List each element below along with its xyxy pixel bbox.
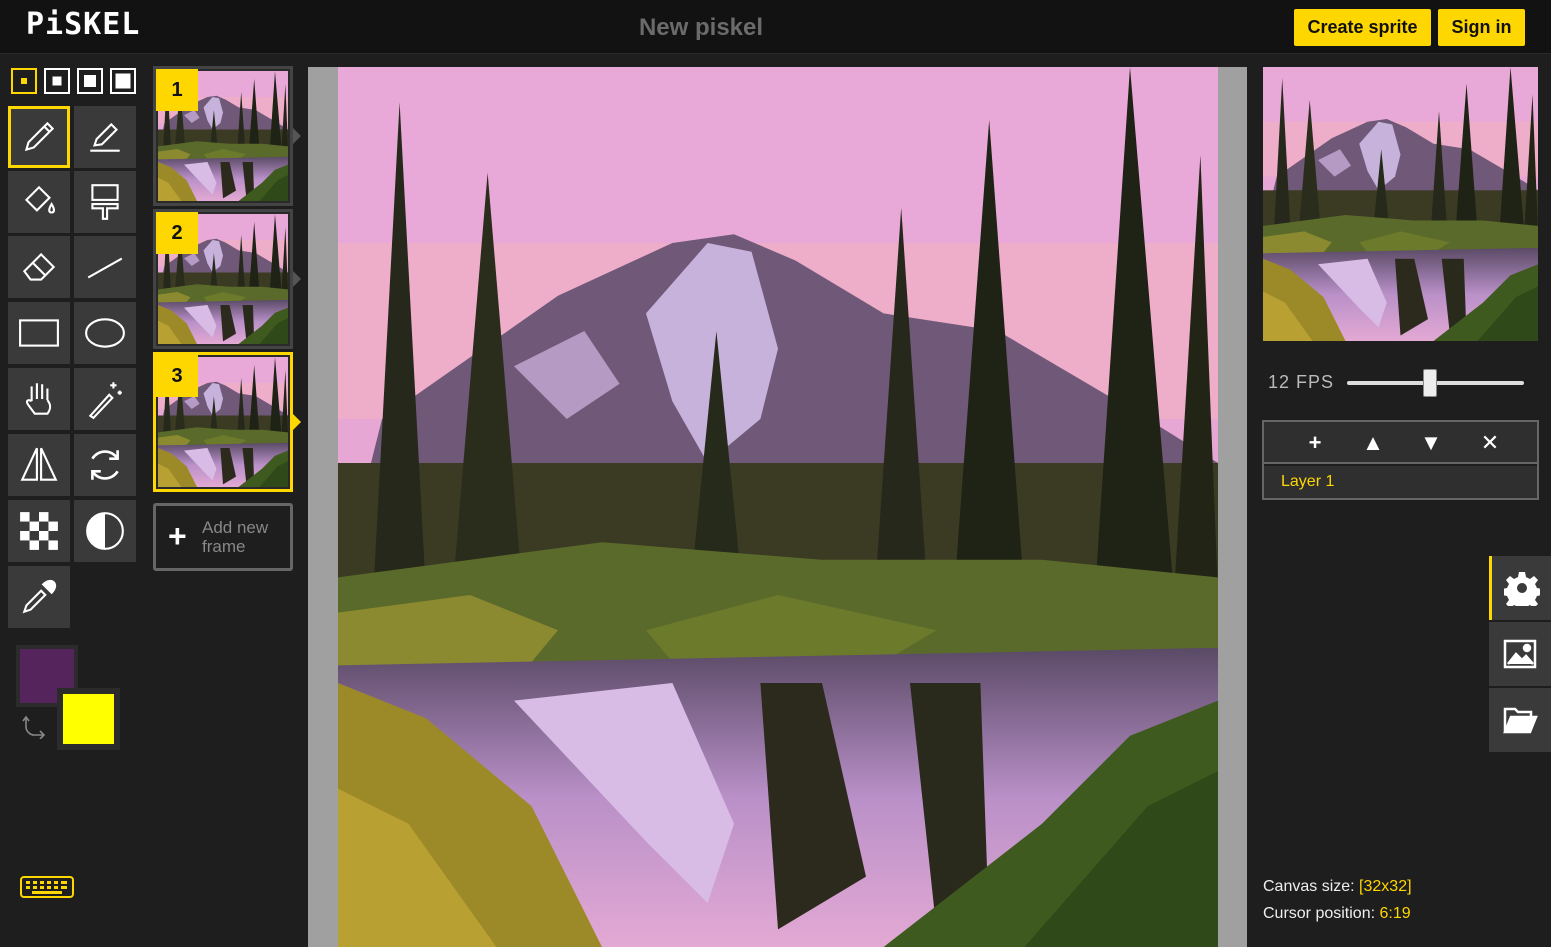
cursor-position-line: Cursor position: 6:19: [1263, 900, 1412, 927]
dithering-tool[interactable]: [74, 500, 136, 562]
add-layer-icon[interactable]: +: [1300, 428, 1330, 458]
fps-slider-handle[interactable]: [1423, 369, 1438, 397]
rectangle-selection-tool[interactable]: [8, 434, 70, 496]
cursor-position-label: Cursor position:: [1263, 905, 1376, 922]
create-sprite-button[interactable]: Create sprite: [1294, 9, 1431, 46]
layer-item[interactable]: Layer 1: [1264, 466, 1537, 498]
rectangle-tool[interactable]: [8, 302, 70, 364]
move-layer-up-icon[interactable]: ▲: [1358, 428, 1388, 458]
canvas-size-label: Canvas size:: [1263, 878, 1355, 895]
eyedropper-icon: [22, 579, 57, 614]
pencil-icon: [24, 121, 55, 152]
pen-size-2[interactable]: [44, 68, 70, 94]
rotate-icon: [91, 450, 119, 480]
vertical-mirror-pen-tool[interactable]: [74, 106, 136, 168]
move-layer-down-icon[interactable]: ▼: [1416, 428, 1446, 458]
ellipse-icon: [85, 318, 125, 348]
settings-tab[interactable]: [1489, 556, 1551, 620]
pen-size-3[interactable]: [77, 68, 103, 94]
frame-number: 2: [156, 212, 198, 254]
line-icon: [87, 257, 123, 279]
fps-unit: FPS: [1296, 372, 1335, 392]
canvas-area[interactable]: [308, 67, 1247, 947]
sign-in-button[interactable]: Sign in: [1438, 9, 1525, 46]
eraser-tool[interactable]: [8, 236, 70, 298]
paint-bucket-tool[interactable]: [8, 171, 70, 233]
image-icon: [1503, 639, 1537, 669]
add-new-frame-label: Add new frame: [202, 518, 269, 556]
keyboard-shortcuts-icon[interactable]: [20, 876, 74, 898]
secondary-color-swatch[interactable]: [57, 688, 120, 750]
secondary-color: [63, 694, 114, 744]
magic-wand-icon: [88, 382, 122, 420]
app-header: PiSKEL New piskel Create sprite Sign in: [0, 0, 1551, 54]
fps-value: 12: [1268, 372, 1291, 392]
gear-icon: [1503, 572, 1540, 606]
piskel-app: PiSKEL New piskel Create sprite Sign in: [0, 0, 1551, 947]
frame-number: 3: [156, 355, 198, 397]
status-bar: Canvas size: [32x32] Cursor position: 6:…: [1263, 873, 1412, 927]
drawing-canvas[interactable]: [338, 67, 1218, 947]
paint-roller-icon: [91, 184, 119, 220]
mirror-pen-icon: [90, 122, 120, 152]
export-tab[interactable]: [1489, 622, 1551, 686]
piskel-title[interactable]: New piskel: [0, 14, 1402, 42]
fps-slider[interactable]: [1347, 369, 1524, 397]
layer-name: Layer 1: [1281, 473, 1335, 490]
flip-icon: [20, 447, 58, 481]
lasso-selection-tool[interactable]: [74, 434, 136, 496]
move-tool[interactable]: [8, 368, 70, 430]
swap-colors-icon[interactable]: [22, 713, 48, 739]
selected-frame-arrow-icon: [293, 414, 301, 430]
frame-thumbnail-3[interactable]: 3: [153, 352, 293, 492]
plus-icon: +: [168, 518, 187, 554]
delete-layer-icon[interactable]: ✕: [1475, 428, 1505, 458]
frame-number: 1: [156, 69, 198, 111]
canvas-size-line: Canvas size: [32x32]: [1263, 873, 1412, 900]
pen-tool[interactable]: [8, 106, 70, 168]
contrast-icon: [86, 512, 124, 550]
paint-bucket-icon: [24, 185, 56, 214]
fps-label: 12 FPS: [1268, 372, 1334, 393]
shape-selection-tool[interactable]: [74, 368, 136, 430]
pen-size-1[interactable]: [11, 68, 37, 94]
checkerboard-icon: [20, 512, 58, 550]
animation-preview[interactable]: [1263, 67, 1538, 341]
layer-toolbar: + ▲ ▼ ✕: [1264, 422, 1537, 464]
open-tab[interactable]: [1489, 688, 1551, 752]
frame-thumbnail-2[interactable]: 2: [153, 209, 293, 349]
color-picker-tool[interactable]: [8, 566, 70, 628]
canvas-size-value: [32x32]: [1359, 878, 1412, 895]
pen-size-4[interactable]: [110, 68, 136, 94]
cursor-position-value: 6:19: [1379, 905, 1411, 922]
eraser-icon: [22, 252, 56, 281]
frame-arrow-icon: [293, 271, 301, 287]
rectangle-icon: [19, 319, 59, 347]
layers-panel: + ▲ ▼ ✕ Layer 1: [1262, 420, 1539, 500]
ellipse-tool[interactable]: [74, 302, 136, 364]
folder-icon: [1503, 707, 1538, 734]
paint-all-same-color-tool[interactable]: [74, 171, 136, 233]
frame-arrow-icon: [293, 128, 301, 144]
add-new-frame-button[interactable]: + Add new frame: [153, 503, 293, 571]
hand-icon: [25, 383, 52, 415]
lighten-tool[interactable]: [8, 500, 70, 562]
stroke-tool[interactable]: [74, 236, 136, 298]
frame-thumbnail-1[interactable]: 1: [153, 66, 293, 206]
